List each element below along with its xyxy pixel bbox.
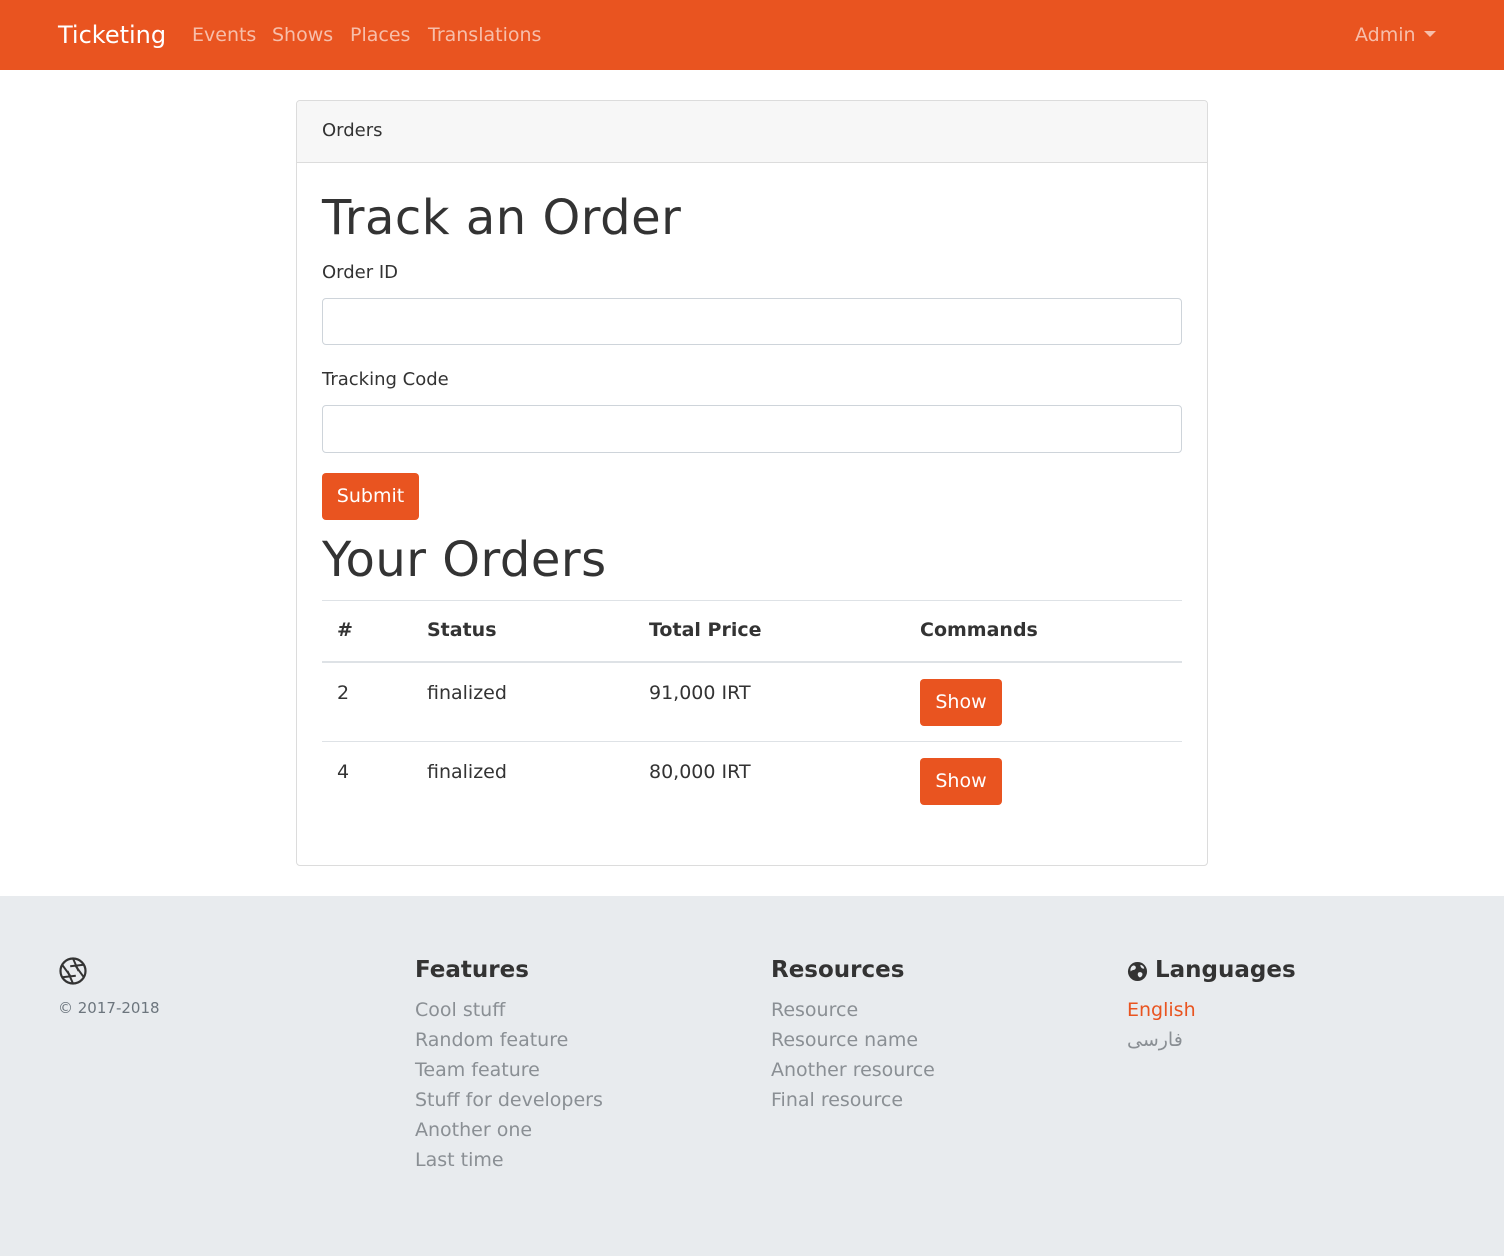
order-total-cell: 80,000 IRT <box>649 761 751 783</box>
chevron-down-icon[interactable] <box>1424 31 1436 37</box>
features-heading: Features <box>415 957 529 983</box>
order-id-label: Order ID <box>322 262 399 283</box>
top-navbar: Ticketing Events Shows Places Translatio… <box>0 0 1504 70</box>
languages-heading: Languages <box>1155 957 1296 983</box>
track-order-heading: Track an Order <box>322 190 682 246</box>
tracking-code-input[interactable] <box>322 405 1182 453</box>
submit-button[interactable]: Submit <box>322 473 419 520</box>
order-total-cell: 91,000 IRT <box>649 682 751 704</box>
order-status-cell: finalized <box>427 761 507 783</box>
order-id-cell: 2 <box>337 682 350 704</box>
table-divider <box>322 741 1182 742</box>
nav-events[interactable]: Events <box>192 0 256 70</box>
resources-heading: Resources <box>771 957 905 983</box>
column-header-commands: Commands <box>920 619 1038 641</box>
table-divider <box>322 600 1182 601</box>
nav-translations[interactable]: Translations <box>428 0 541 70</box>
order-status-cell: finalized <box>427 682 507 704</box>
brand-link[interactable]: Ticketing <box>58 0 166 70</box>
column-header-total-price: Total Price <box>649 619 762 641</box>
resources-link[interactable]: Another resource <box>771 1059 935 1081</box>
nav-shows[interactable]: Shows <box>272 0 333 70</box>
features-link[interactable]: Cool stuff <box>415 999 505 1021</box>
order-id-cell: 4 <box>337 761 350 783</box>
admin-dropdown[interactable]: Admin <box>1355 0 1416 70</box>
nav-places[interactable]: Places <box>350 0 410 70</box>
your-orders-heading: Your Orders <box>322 532 607 588</box>
features-link[interactable]: Stuff for developers <box>415 1089 603 1111</box>
features-link[interactable]: Random feature <box>415 1029 568 1051</box>
column-header-id: # <box>337 619 353 641</box>
features-link[interactable]: Another one <box>415 1119 532 1141</box>
table-divider <box>322 661 1182 663</box>
aperture-icon <box>59 957 87 985</box>
globe-icon <box>1127 961 1148 982</box>
features-link[interactable]: Last time <box>415 1149 504 1171</box>
order-id-input[interactable] <box>322 298 1182 345</box>
resources-link[interactable]: Resource name <box>771 1029 918 1051</box>
language-english-link[interactable]: English <box>1127 999 1196 1021</box>
show-order-button[interactable]: Show <box>920 758 1002 805</box>
footer <box>0 896 1504 1256</box>
features-link[interactable]: Team feature <box>415 1059 540 1081</box>
resources-link[interactable]: Resource <box>771 999 858 1021</box>
card-header-title: Orders <box>322 120 383 141</box>
column-header-status: Status <box>427 619 497 641</box>
copyright-text: © 2017-2018 <box>58 999 160 1017</box>
card-header: Orders <box>297 101 1207 163</box>
language-persian-link[interactable]: فارسی <box>1127 1029 1183 1051</box>
show-order-button[interactable]: Show <box>920 679 1002 726</box>
resources-link[interactable]: Final resource <box>771 1089 903 1111</box>
tracking-code-label: Tracking Code <box>322 369 449 390</box>
